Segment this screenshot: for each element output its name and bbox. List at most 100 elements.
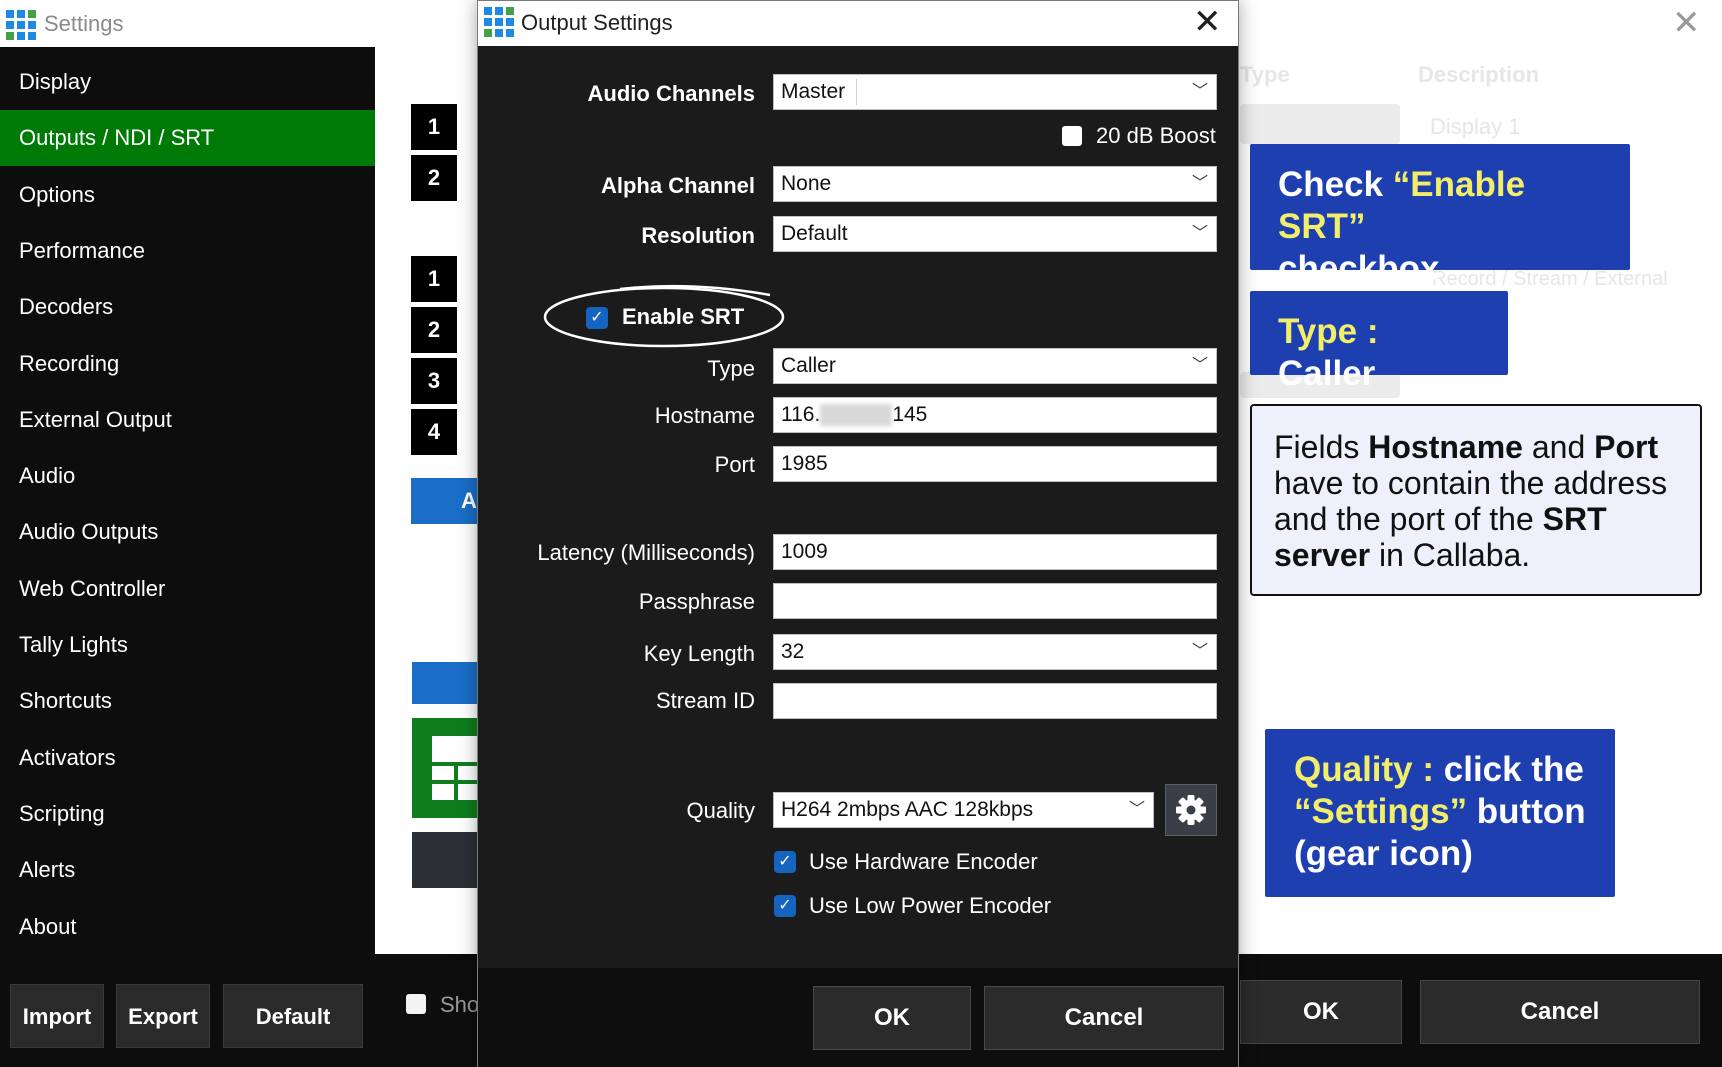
sidebar-item-display[interactable]: Display bbox=[0, 54, 375, 110]
chevron-down-icon: ﹀ bbox=[1191, 175, 1208, 192]
dialog-cancel-button[interactable]: Cancel bbox=[984, 986, 1224, 1050]
hardware-encoder-checkbox[interactable]: ✓ bbox=[774, 851, 796, 873]
callout-quality: Quality : click the “Settings” button (g… bbox=[1265, 729, 1615, 897]
callout-hostname-port: Fields Hostname and Port have to contain… bbox=[1250, 404, 1702, 596]
chevron-down-icon: ﹀ bbox=[1128, 801, 1145, 818]
checkmark-icon: ✓ bbox=[778, 897, 792, 914]
sidebar-item-outputs-ndi-srt[interactable]: Outputs / NDI / SRT bbox=[0, 110, 375, 167]
dialog-ok-button[interactable]: OK bbox=[813, 986, 971, 1050]
audio-channels-select[interactable]: Master ﹀ bbox=[773, 74, 1217, 110]
sidebar-item-decoders[interactable]: Decoders bbox=[0, 279, 375, 335]
callout-text: have to contain the address and the port… bbox=[1274, 465, 1668, 537]
hostname-prefix: 116. bbox=[781, 403, 821, 426]
output-number-badge[interactable]: 2 bbox=[411, 307, 457, 353]
output-number-badge[interactable]: 2 bbox=[411, 155, 457, 201]
dialog-title: Output Settings bbox=[521, 10, 673, 35]
sidebar-item-about[interactable]: About bbox=[0, 899, 375, 955]
sidebar-item-alerts[interactable]: Alerts bbox=[0, 842, 375, 898]
key-length-value: 32 bbox=[781, 640, 805, 663]
20db-boost-checkbox[interactable] bbox=[1062, 126, 1082, 146]
column-header-type: Type bbox=[1240, 62, 1290, 87]
settings-cancel-button[interactable]: Cancel bbox=[1420, 980, 1700, 1044]
sidebar-item-web-controller[interactable]: Web Controller bbox=[0, 561, 375, 617]
20db-boost-label: 20 dB Boost bbox=[1096, 123, 1216, 148]
resolution-select[interactable]: Default ﹀ bbox=[773, 216, 1217, 252]
alpha-channel-label: Alpha Channel bbox=[600, 173, 755, 198]
dark-tile[interactable] bbox=[412, 832, 478, 888]
hostname-suffix: 145 bbox=[892, 403, 928, 426]
column-header-description: Description bbox=[1418, 62, 1540, 87]
app-logo-icon bbox=[6, 10, 36, 40]
sidebar-item-performance[interactable]: Performance bbox=[0, 223, 375, 279]
enable-srt-label: Enable SRT bbox=[622, 304, 745, 329]
quality-label: Quality bbox=[686, 798, 755, 823]
type-select[interactable]: Caller ﹀ bbox=[773, 348, 1217, 384]
latency-label: Latency (Milliseconds) bbox=[537, 540, 755, 565]
alpha-channel-value: None bbox=[781, 172, 832, 195]
resolution-value: Default bbox=[781, 222, 848, 245]
sidebar-item-tally-lights[interactable]: Tally Lights bbox=[0, 617, 375, 673]
callout-text: in Callaba. bbox=[1370, 537, 1531, 573]
callout-type: Type : Caller bbox=[1250, 291, 1508, 393]
default-button[interactable]: Default bbox=[223, 984, 363, 1048]
passphrase-label: Passphrase bbox=[638, 589, 755, 614]
checkmark-icon: ✓ bbox=[590, 309, 604, 326]
stream-id-label: Stream ID bbox=[655, 688, 755, 713]
callout-highlight: “Settings” bbox=[1294, 792, 1468, 831]
close-icon[interactable]: ✕ bbox=[1193, 4, 1222, 40]
sidebar-item-scripting[interactable]: Scripting bbox=[0, 786, 375, 842]
sidebar-item-options[interactable]: Options bbox=[0, 167, 375, 223]
quality-settings-button[interactable] bbox=[1165, 784, 1217, 836]
output-number-badge[interactable]: 3 bbox=[411, 358, 457, 404]
sidebar-item-audio-outputs[interactable]: Audio Outputs bbox=[0, 504, 375, 560]
audio-channels-label: Audio Channels bbox=[587, 81, 755, 106]
callout-text: Caller bbox=[1278, 354, 1376, 393]
chevron-down-icon: ﹀ bbox=[1191, 83, 1208, 100]
latency-input[interactable]: 1009 bbox=[773, 534, 1217, 570]
port-input[interactable]: 1985 bbox=[773, 446, 1217, 482]
chevron-down-icon: ﹀ bbox=[1191, 357, 1208, 374]
type-label: Type bbox=[707, 356, 755, 381]
stream-id-input[interactable] bbox=[773, 683, 1217, 719]
chevron-down-icon: ﹀ bbox=[1191, 225, 1208, 242]
callout-text: and bbox=[1522, 429, 1595, 465]
callout-text: button bbox=[1467, 792, 1586, 831]
output-number-badge[interactable]: 1 bbox=[411, 256, 457, 302]
add-output-button[interactable]: A bbox=[411, 478, 477, 524]
low-power-encoder-checkbox[interactable]: ✓ bbox=[774, 895, 796, 917]
blue-action-bar[interactable] bbox=[412, 662, 478, 704]
type-value: Caller bbox=[781, 354, 836, 377]
key-length-select[interactable]: 32 ﹀ bbox=[773, 634, 1217, 670]
gear-icon bbox=[1176, 795, 1206, 825]
ghost-row-description: Display 1 bbox=[1430, 114, 1521, 139]
import-button[interactable]: Import bbox=[10, 984, 104, 1048]
sidebar-item-audio[interactable]: Audio bbox=[0, 448, 375, 504]
sidebar-item-activators[interactable]: Activators bbox=[0, 730, 375, 786]
close-icon[interactable]: ✕ bbox=[1672, 6, 1701, 40]
export-button[interactable]: Export bbox=[116, 984, 210, 1048]
passphrase-input[interactable] bbox=[773, 583, 1217, 619]
settings-window-title: Settings bbox=[44, 11, 124, 36]
output-number-badge[interactable]: 1 bbox=[411, 104, 457, 150]
enable-srt-checkbox[interactable]: ✓ bbox=[586, 307, 608, 329]
audio-channels-value: Master bbox=[781, 80, 846, 103]
spreadsheet-icon[interactable] bbox=[412, 718, 478, 818]
quality-value: H264 2mbps AAC 128kbps bbox=[781, 798, 1034, 821]
app-logo-icon bbox=[484, 7, 514, 37]
alpha-channel-select[interactable]: None ﹀ bbox=[773, 166, 1217, 202]
callout-bold: Hostname bbox=[1368, 429, 1523, 465]
callout-enable-srt: Check “Enable SRT” checkbox bbox=[1250, 144, 1630, 288]
hostname-input[interactable]: 116. 145 bbox=[773, 397, 1217, 433]
sidebar-item-shortcuts[interactable]: Shortcuts bbox=[0, 673, 375, 729]
callout-text: click the bbox=[1443, 750, 1584, 789]
callout-text: checkbox bbox=[1278, 249, 1440, 288]
sidebar-item-recording[interactable]: Recording bbox=[0, 336, 375, 392]
show-checkbox[interactable] bbox=[406, 994, 426, 1014]
output-number-badge[interactable]: 4 bbox=[411, 409, 457, 455]
callout-text: Fields bbox=[1274, 429, 1369, 465]
settings-ok-button[interactable]: OK bbox=[1240, 980, 1402, 1044]
quality-select[interactable]: H264 2mbps AAC 128kbps ﹀ bbox=[773, 792, 1154, 828]
show-checkbox-label: Sho bbox=[440, 992, 480, 1017]
sidebar-item-external-output[interactable]: External Output bbox=[0, 392, 375, 448]
low-power-encoder-label: Use Low Power Encoder bbox=[809, 893, 1052, 918]
